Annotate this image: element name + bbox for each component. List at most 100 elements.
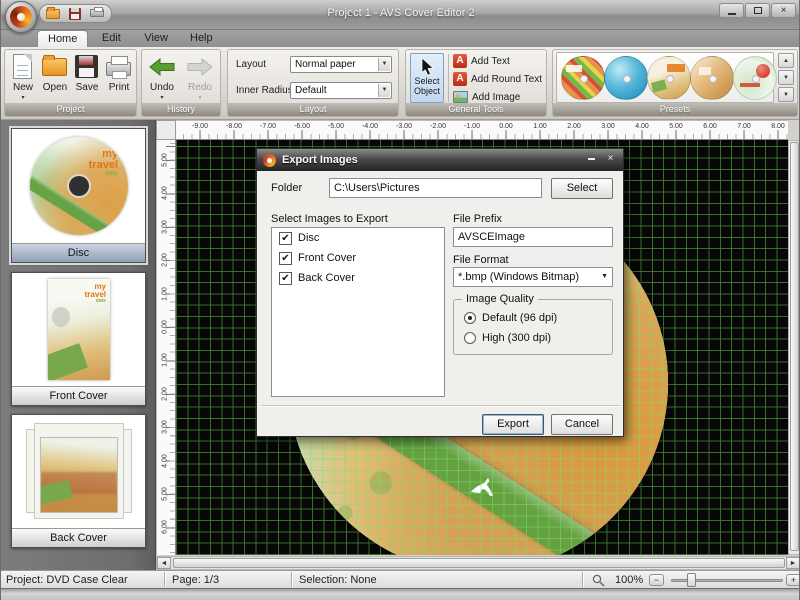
presets-expand-button[interactable]: ▼ xyxy=(778,87,794,102)
maximize-button[interactable] xyxy=(745,3,770,18)
preset-disc-4[interactable] xyxy=(690,56,734,100)
quality-option-default[interactable]: Default (96 dpi) xyxy=(454,308,612,328)
cancel-button[interactable]: Cancel xyxy=(551,414,613,435)
close-button[interactable]: × xyxy=(771,3,796,18)
print-icon xyxy=(106,54,132,80)
horizontal-scrollbar-thumb[interactable] xyxy=(173,558,785,568)
horizontal-ruler: -9.00 -8.00 -7.00 -6.00 -5.00 -4.00 -3.00 -2.00… xyxy=(176,120,788,140)
export-button[interactable]: Export xyxy=(482,414,544,435)
zoom-in-button[interactable]: + xyxy=(786,574,799,586)
group-history: Undo ▾ Redo ▾ History xyxy=(141,49,221,117)
checkbox[interactable]: ✔ xyxy=(279,251,292,265)
vertical-scrollbar-thumb[interactable] xyxy=(790,142,799,551)
dialog-close-button[interactable]: × xyxy=(603,153,618,166)
tab-view[interactable]: View xyxy=(134,30,178,47)
export-item-front-cover[interactable]: ✔ Front Cover xyxy=(272,248,444,268)
file-prefix-input[interactable]: AVSCEImage xyxy=(453,227,613,247)
undo-dropdown-caret[interactable]: ▾ xyxy=(146,94,178,101)
redo-button[interactable]: Redo ▾ xyxy=(184,52,216,102)
dialog-title-bar[interactable]: Export Images × xyxy=(257,149,623,171)
radio-button[interactable] xyxy=(464,312,476,324)
tab-edit[interactable]: Edit xyxy=(90,30,132,47)
group-label-project: Project xyxy=(5,103,136,116)
preset-disc-3[interactable] xyxy=(647,56,691,100)
ruler-label: 6.00 xyxy=(161,520,169,535)
minimize-icon xyxy=(727,12,736,15)
chevron-down-icon[interactable]: ▼ xyxy=(378,84,390,97)
tab-home[interactable]: Home xyxy=(37,30,89,47)
save-floppy-icon xyxy=(74,54,100,80)
save-button[interactable]: Save xyxy=(71,52,103,102)
ruler-label: 8.00 xyxy=(771,123,785,130)
minimize-button[interactable] xyxy=(719,3,744,18)
select-object-button[interactable]: Select Object xyxy=(410,53,444,103)
chevron-down-icon[interactable]: ▼ xyxy=(378,58,390,71)
checkbox[interactable]: ✔ xyxy=(279,271,292,285)
magnifier-icon xyxy=(592,574,605,587)
add-text-button[interactable]: A Add Text xyxy=(453,53,510,69)
open-button[interactable]: Open xyxy=(39,52,71,102)
group-label-history: History xyxy=(142,103,220,116)
ruler-label: -7.00 xyxy=(260,123,276,130)
radio-button[interactable] xyxy=(464,332,476,344)
undo-button[interactable]: Undo ▾ xyxy=(146,52,178,102)
sidebar-item-front-cover[interactable]: my travel date Front Cover xyxy=(11,272,146,406)
ruler-label: 6.00 xyxy=(703,123,717,130)
export-images-list[interactable]: ✔ Disc ✔ Front Cover ✔ Back Cover xyxy=(271,227,445,397)
preset-disc-2[interactable] xyxy=(604,56,648,100)
group-layout: Layout Normal paper ▼ Inner Radius Defau… xyxy=(227,49,399,117)
group-label-layout: Layout xyxy=(228,103,398,116)
ruler-label: 5.00 xyxy=(669,123,683,130)
export-item-disc[interactable]: ✔ Disc xyxy=(272,228,444,248)
file-prefix-label: File Prefix xyxy=(453,213,502,225)
vertical-scrollbar[interactable] xyxy=(788,140,799,555)
sidebar-item-back-cover[interactable]: Back Cover xyxy=(11,414,146,548)
zoom-slider-handle[interactable] xyxy=(687,573,696,587)
menu-tab-bar: Home Edit View Help xyxy=(1,30,799,47)
group-label-general-tools: General Tools xyxy=(406,103,546,116)
ribbon-toolbar: New ▾ Open Save Print Project Undo ▾ Red… xyxy=(1,47,799,120)
ruler-label: 4.00 xyxy=(161,186,169,201)
export-item-back-cover[interactable]: ✔ Back Cover xyxy=(272,268,444,288)
dialog-minimize-button[interactable] xyxy=(584,153,599,166)
redo-dropdown-caret[interactable]: ▾ xyxy=(184,94,216,101)
select-folder-button[interactable]: Select xyxy=(551,178,613,199)
ruler-label: 2.00 xyxy=(161,386,169,401)
presets-scroll-down-button[interactable]: ▼ xyxy=(778,70,794,85)
add-round-text-button[interactable]: A Add Round Text xyxy=(453,71,542,87)
inner-radius-combobox[interactable]: Default ▼ xyxy=(290,82,392,99)
scroll-left-button[interactable]: ◄ xyxy=(157,557,171,569)
app-logo-icon[interactable] xyxy=(5,1,37,33)
add-text-icon: A xyxy=(453,54,467,68)
divider xyxy=(448,54,449,102)
image-quality-legend: Image Quality xyxy=(462,293,538,305)
presets-scroll-up-button[interactable]: ▲ xyxy=(778,53,794,68)
status-bar: Project: DVD Case Clear Page: 1/3 Select… xyxy=(1,570,799,588)
title-bar: ▾ Project 1 - AVS Cover Editor 2 × xyxy=(1,0,799,33)
layout-field-label: Layout xyxy=(236,59,267,70)
quality-option-label: High (300 dpi) xyxy=(482,332,552,344)
dialog-title: Export Images xyxy=(282,154,358,166)
ruler-label: 5.00 xyxy=(161,153,169,167)
new-button[interactable]: New ▾ xyxy=(7,52,39,102)
group-presets: ▲ ▼ ▼ Presets xyxy=(552,49,798,117)
status-page: Page: 1/3 xyxy=(172,574,220,586)
horizontal-scrollbar[interactable]: ◄ ► xyxy=(156,556,799,570)
scroll-right-button[interactable]: ► xyxy=(786,557,799,569)
file-format-dropdown[interactable]: *.bmp (Windows Bitmap) ▼ xyxy=(453,267,613,287)
folder-input[interactable]: C:\Users\Pictures xyxy=(329,178,542,198)
tab-help[interactable]: Help xyxy=(180,30,223,47)
print-button[interactable]: Print xyxy=(103,52,135,102)
layout-combobox[interactable]: Normal paper ▼ xyxy=(290,56,392,73)
quality-option-high[interactable]: High (300 dpi) xyxy=(454,328,612,348)
preset-disc-1[interactable] xyxy=(561,56,605,100)
export-images-dialog: Export Images × Folder C:\Users\Pictures… xyxy=(256,148,624,437)
sidebar-item-disc[interactable]: my travel date Disc xyxy=(9,126,148,265)
new-dropdown-caret[interactable]: ▾ xyxy=(7,94,39,101)
zoom-out-button[interactable]: − xyxy=(649,574,664,586)
preset-disc-5[interactable] xyxy=(733,56,777,100)
ruler-label: 1.00 xyxy=(533,123,547,130)
image-quality-groupbox: Image Quality Default (96 dpi) High (300 … xyxy=(453,293,613,355)
checkbox[interactable]: ✔ xyxy=(279,231,292,245)
vertical-ruler: 5.00 4.00 3.00 2.00 1.00 0.00 1.00 2.00 3.00 4.00… xyxy=(156,140,176,555)
